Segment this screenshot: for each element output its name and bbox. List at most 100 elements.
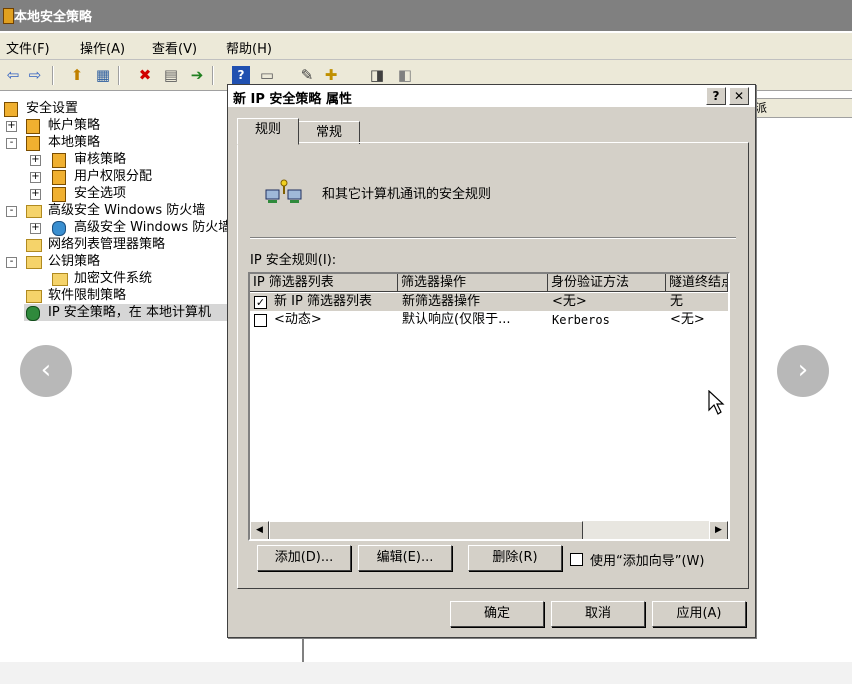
collapse-icon[interactable]: - — [6, 206, 17, 217]
collapse-icon[interactable]: - — [6, 138, 17, 149]
firewall-icon — [52, 221, 66, 236]
tree-item-label: 审核策略 — [74, 152, 127, 167]
ip-security-rules-list[interactable]: IP 筛选器列表 筛选器操作 身份验证方法 隧道终结点 ✓ 新 IP 筛选器列表… — [248, 272, 730, 541]
expand-icon[interactable]: + — [6, 121, 17, 132]
column-header-label: 派 — [755, 101, 768, 115]
delete-icon[interactable]: ✖ — [136, 66, 154, 84]
add-button[interactable]: 添加(D)... — [257, 545, 351, 571]
wizard-checkbox[interactable] — [570, 553, 583, 566]
up-folder-icon[interactable]: ⬆ — [68, 66, 86, 84]
scroll-right-icon[interactable]: ▶ — [709, 521, 728, 539]
table-cell: 新筛选器操作 — [402, 294, 481, 309]
unassign-icon[interactable]: ◧ — [396, 66, 414, 84]
policy-folder-icon — [52, 153, 66, 168]
prev-arrow-icon[interactable]: ‹ — [20, 345, 72, 397]
policy-folder-icon — [26, 136, 40, 151]
column-header-auth-method[interactable]: 身份验证方法 — [548, 274, 666, 292]
tree-item-label: 公钥策略 — [48, 254, 101, 269]
expand-icon[interactable]: + — [30, 189, 41, 200]
tree-item-label: 用户权限分配 — [74, 169, 153, 184]
tree-item-label: 网络列表管理器策略 — [48, 237, 166, 252]
edit-button[interactable]: 编辑(E)... — [358, 545, 452, 571]
folder-icon — [26, 256, 42, 269]
show-hide-tree-icon[interactable]: ▦ — [94, 66, 112, 84]
folder-icon — [26, 205, 42, 218]
toolbar-separator — [52, 66, 54, 85]
tree-item-label: 高级安全 Windows 防火墙 — [74, 220, 232, 235]
folder-icon — [26, 290, 42, 303]
wizard-label: 使用“添加向导”(W) — [590, 554, 705, 569]
toolbar-separator — [118, 66, 120, 85]
tree-item-label: 安全选项 — [74, 186, 127, 201]
table-cell: <无> — [552, 294, 587, 309]
column-header[interactable]: 派 — [744, 98, 852, 118]
export-icon[interactable]: ➔ — [188, 66, 206, 84]
ok-button[interactable]: 确定 — [450, 601, 544, 627]
manage-filters-icon[interactable]: ✎ — [298, 66, 316, 84]
column-header-tunnel-endpoint[interactable]: 隧道终结点 — [666, 274, 728, 292]
rule-checkbox[interactable] — [254, 314, 267, 327]
cancel-button[interactable]: 取消 — [551, 601, 645, 627]
remove-button[interactable]: 删除(R) — [468, 545, 562, 571]
properties-icon[interactable]: ▤ — [162, 66, 180, 84]
tree-item-label: 帐户策略 — [48, 118, 101, 133]
apply-button[interactable]: 应用(A) — [652, 601, 746, 627]
expand-icon[interactable]: + — [30, 155, 41, 166]
ipsec-icon — [26, 306, 40, 321]
tree-item-label: IP 安全策略，在 本地计算机 — [48, 305, 211, 320]
dialog-title: 新 IP 安全策略 属性 — [233, 92, 352, 107]
mouse-cursor-icon — [708, 389, 726, 416]
console-icon[interactable]: ▭ — [258, 66, 276, 84]
app-icon — [3, 8, 14, 24]
close-button[interactable]: ✕ — [729, 87, 749, 105]
expand-icon[interactable]: + — [30, 223, 41, 234]
scrollbar-thumb[interactable] — [269, 521, 583, 539]
column-header-filter-action[interactable]: 筛选器操作 — [398, 274, 548, 292]
help-button[interactable]: ? — [706, 87, 726, 105]
separator — [250, 237, 736, 239]
column-header-filter-list[interactable]: IP 筛选器列表 — [250, 274, 398, 292]
menu-help[interactable]: 帮助(H) — [226, 38, 272, 57]
menu-action[interactable]: 操作(A) — [80, 38, 125, 57]
scroll-left-icon[interactable]: ◀ — [250, 521, 269, 539]
help-icon[interactable]: ? — [232, 66, 250, 84]
rules-description: 和其它计算机通讯的安全规则 — [322, 187, 492, 202]
menu-file[interactable]: 文件(F) — [6, 38, 50, 57]
policy-folder-icon — [26, 119, 40, 134]
menubar: 文件(F) 操作(A) 查看(V) 帮助(H) — [0, 33, 852, 60]
next-arrow-icon[interactable]: › — [777, 345, 829, 397]
window-title: 本地安全策略 — [14, 10, 93, 25]
toolbar-separator — [212, 66, 214, 85]
expand-icon[interactable]: + — [30, 172, 41, 183]
tree-item-label: 加密文件系统 — [74, 271, 153, 286]
table-row[interactable]: ✓ 新 IP 筛选器列表 新筛选器操作 <无> 无 — [250, 293, 728, 311]
collapse-icon[interactable]: - — [6, 257, 17, 268]
table-cell: <无> — [670, 312, 705, 327]
policy-folder-icon — [52, 170, 66, 185]
table-cell: 新 IP 筛选器列表 — [274, 294, 372, 309]
forward-icon[interactable]: ⇨ — [26, 66, 44, 84]
tree-item-label: 软件限制策略 — [48, 288, 127, 303]
rules-label: IP 安全规则(I): — [250, 253, 337, 268]
tab-rules[interactable]: 规则 — [237, 118, 299, 145]
add-policy-icon[interactable]: ✚ — [322, 66, 340, 84]
folder-icon — [52, 273, 68, 286]
assign-icon[interactable]: ◨ — [368, 66, 386, 84]
folder-icon — [26, 239, 42, 252]
rule-checkbox[interactable]: ✓ — [254, 296, 267, 309]
dialog-titlebar: 新 IP 安全策略 属性 ? ✕ — [228, 85, 755, 107]
table-row[interactable]: <动态> 默认响应(仅限于... Kerberos <无> — [250, 311, 728, 329]
table-cell: 默认响应(仅限于... — [402, 312, 511, 327]
table-cell: 无 — [670, 294, 684, 309]
ipsec-properties-dialog: 新 IP 安全策略 属性 ? ✕ 规则 常规 和其它计算机通讯的安全规则 IP … — [227, 84, 756, 638]
table-cell: <动态> — [274, 312, 322, 327]
back-icon[interactable]: ⇦ — [4, 66, 22, 84]
menu-view[interactable]: 查看(V) — [152, 38, 197, 57]
tree-item-label: 本地策略 — [48, 135, 101, 150]
tree-item-label: 高级安全 Windows 防火墙 — [48, 203, 206, 218]
policy-folder-icon — [52, 187, 66, 202]
ip-security-rules-icon — [264, 179, 304, 207]
tab-general[interactable]: 常规 — [298, 121, 360, 144]
main-titlebar: 本地安全策略 — [0, 0, 852, 31]
horizontal-scrollbar[interactable]: ◀ ▶ — [250, 521, 728, 539]
